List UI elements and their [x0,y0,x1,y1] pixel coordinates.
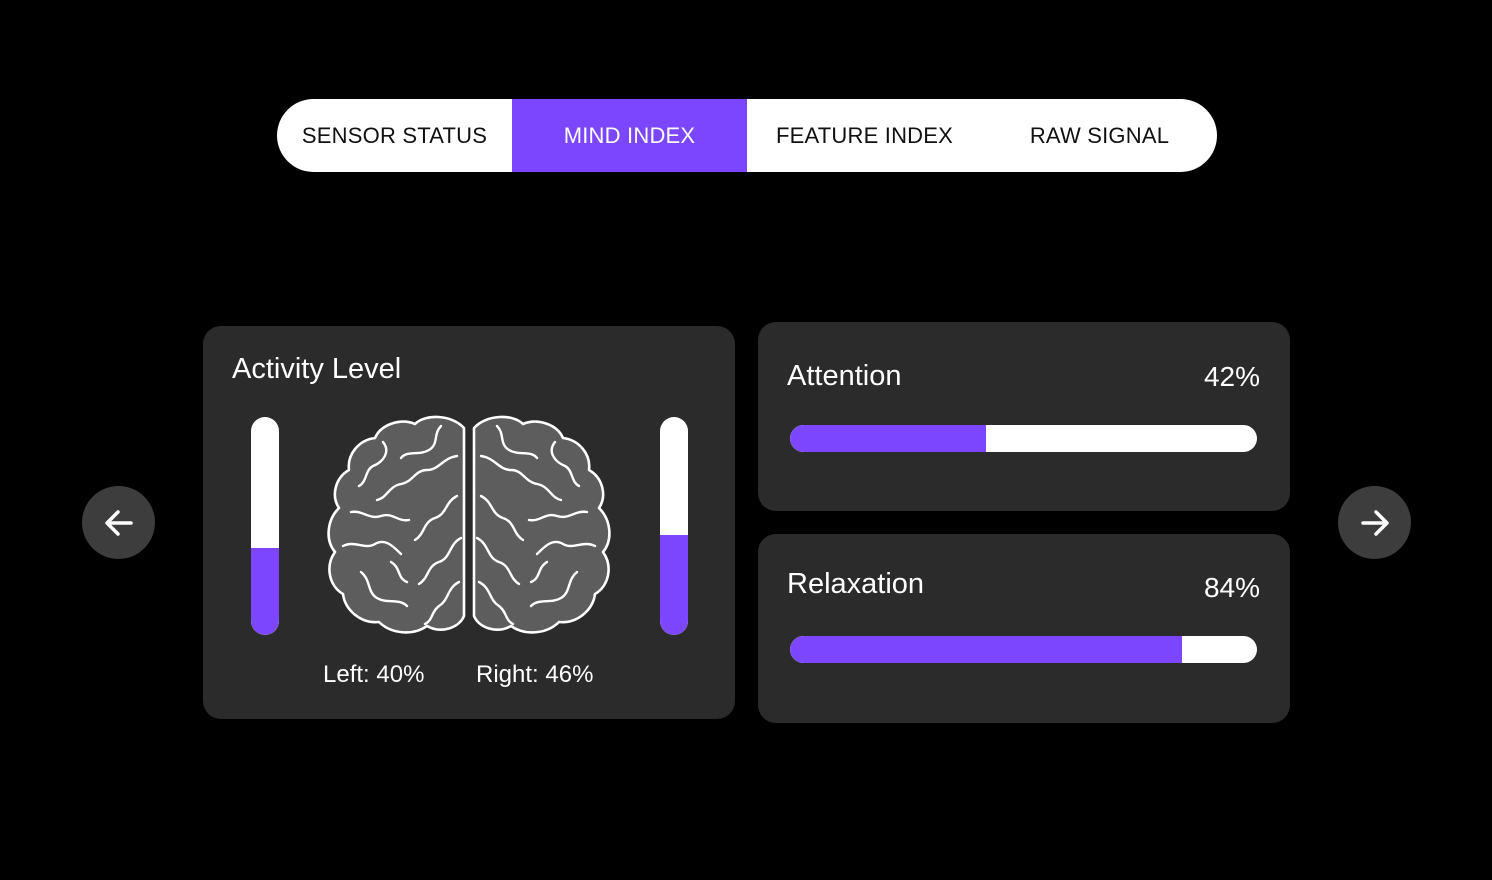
attention-progress-bar [790,425,1257,452]
activity-level-card: Activity Level Left: 40% Right: 46% [203,326,735,719]
previous-button[interactable] [82,486,155,559]
right-label-text: Right: [476,661,539,688]
left-activity-label: Left: 40% [323,661,424,689]
attention-card: Attention 42% [758,322,1290,511]
tab-mind-index[interactable]: MIND INDEX [512,99,747,172]
attention-value: 42% [1203,361,1260,392]
right-activity-bar [660,417,688,635]
tab-sensor-status[interactable]: SENSOR STATUS [277,99,512,172]
tab-raw-signal[interactable]: RAW SIGNAL [982,99,1217,172]
relaxation-progress-fill [790,636,1183,663]
left-activity-bar [251,417,279,635]
left-activity-bar-fill [251,547,279,635]
brain-icon [327,415,611,634]
relaxation-card: Relaxation 84% [758,534,1290,723]
next-button[interactable] [1338,486,1411,559]
right-activity-label: Right: 46% [476,661,593,689]
attention-title: Attention [787,360,902,392]
arrow-left-icon [104,509,133,536]
right-activity-bar-fill [660,534,688,635]
left-activity-value: 40% [376,661,425,688]
activity-level-title: Activity Level [232,353,402,385]
relaxation-progress-bar [790,636,1257,663]
attention-progress-fill [790,425,987,452]
right-activity-value: 46% [545,661,594,688]
arrow-right-icon [1360,509,1389,536]
mode-tab-bar: SENSOR STATUS MIND INDEX FEATURE INDEX R… [277,99,1217,172]
relaxation-value: 84% [1203,572,1260,603]
tab-feature-index[interactable]: FEATURE INDEX [747,99,982,172]
relaxation-title: Relaxation [787,568,925,600]
left-label-text: Left: [323,661,370,688]
